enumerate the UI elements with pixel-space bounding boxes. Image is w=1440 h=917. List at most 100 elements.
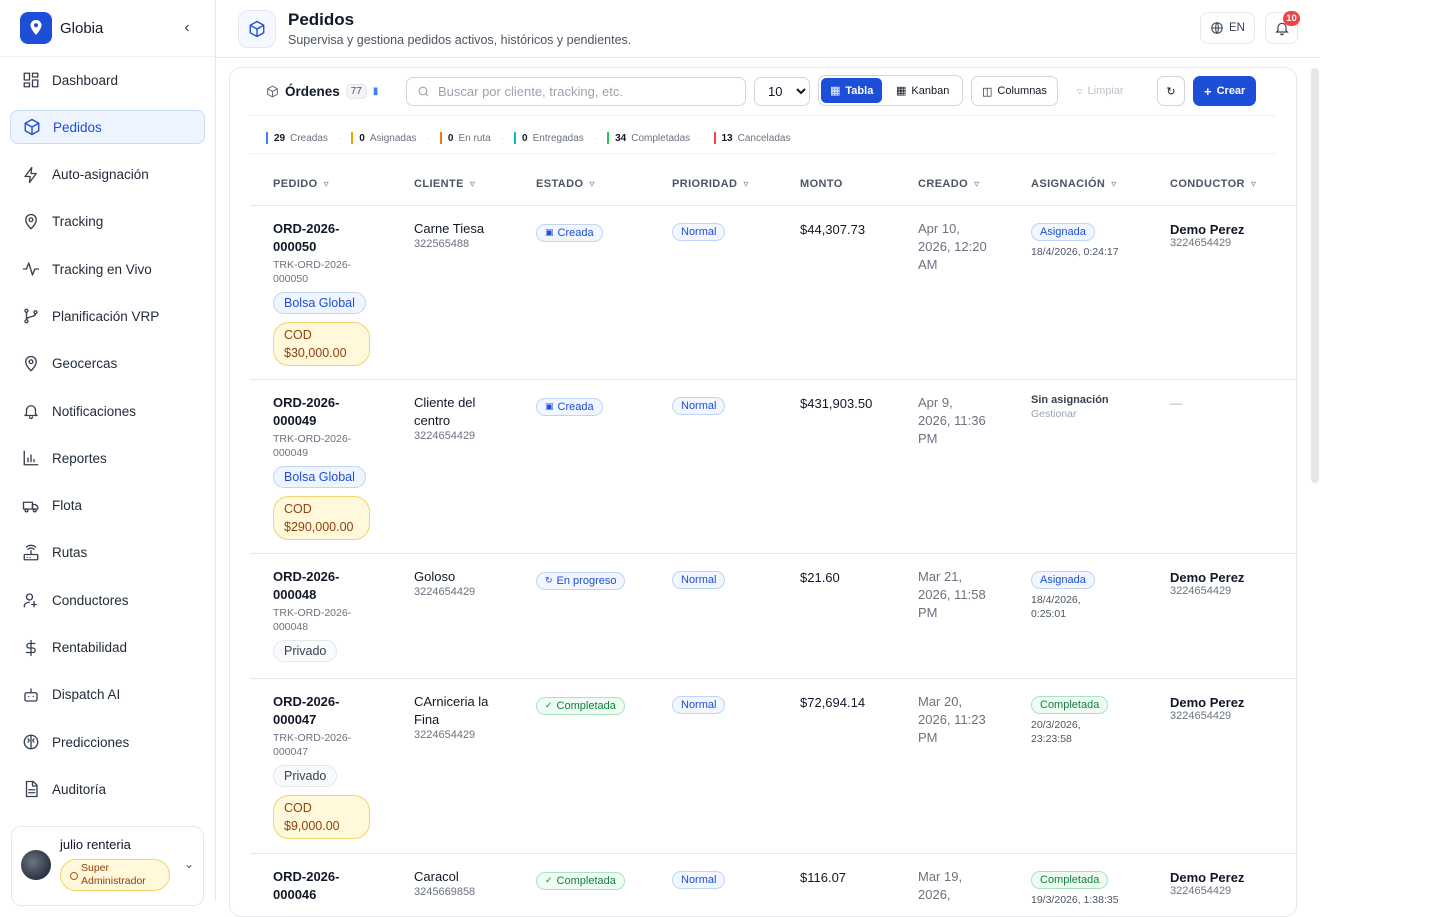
language-label: EN <box>1229 22 1245 34</box>
filter-icon[interactable]: ▿ <box>1251 179 1256 190</box>
sidebar-item-tracking[interactable]: Tracking <box>10 205 205 239</box>
sidebar-item-flota[interactable]: Flota <box>10 489 205 523</box>
sidebar-item-dashboard[interactable]: Dashboard <box>10 63 205 97</box>
col-monto[interactable]: MONTO <box>800 178 843 190</box>
stat-asignadas[interactable]: 0 Asignadas <box>351 132 417 144</box>
sidebar-item-notificaciones[interactable]: Notificaciones <box>10 394 205 428</box>
columns-label: Columnas <box>997 85 1047 97</box>
status-cell: ▣ Creada <box>536 222 603 242</box>
view-kanban-button[interactable]: ▦ Kanban <box>887 78 958 103</box>
sidebar-item-dispatch-ai[interactable]: Dispatch AI <box>10 678 205 712</box>
globe-icon <box>1211 22 1223 34</box>
sidebar-item-predicciones[interactable]: Predicciones <box>10 725 205 759</box>
col-label: CONDUCTOR <box>1170 178 1245 190</box>
orders-title-label: Órdenes <box>285 84 340 99</box>
no-driver: — <box>1170 396 1182 410</box>
status-badge: ↻ En progreso <box>536 571 626 590</box>
collapse-sidebar-icon[interactable]: ‹ <box>179 19 195 37</box>
status-badge: ▣ Creada <box>536 223 603 242</box>
filter-icon[interactable]: ▿ <box>974 179 979 190</box>
create-order-button[interactable]: + Crear <box>1193 76 1257 106</box>
client-cell: Carne Tiesa 322565488 <box>414 220 514 250</box>
stat-completadas[interactable]: 34 Completadas <box>607 132 690 144</box>
col-creado[interactable]: CREADO ▿ <box>918 178 980 190</box>
stat-label: Creadas <box>290 132 328 144</box>
col-conductor[interactable]: CONDUCTOR ▿ <box>1170 178 1256 190</box>
stats-toggle-icon[interactable]: ▮ <box>373 86 379 97</box>
stat-count: 29 <box>274 132 286 144</box>
sidebar-item-rutas[interactable]: Rutas <box>10 536 205 570</box>
sidebar-item-geocercas[interactable]: Geocercas <box>10 347 205 381</box>
sidebar-item-label: Predicciones <box>52 734 130 750</box>
table-row[interactable]: ORD-2026- 000050 TRK-ORD-2026- 000050 Bols… <box>250 206 1296 380</box>
page-scrollbar[interactable] <box>1311 68 1319 483</box>
sidebar-item-label: Planificación VRP <box>52 308 160 324</box>
search-input[interactable] <box>438 84 738 99</box>
col-asignacion[interactable]: ASIGNACIÓN ▿ <box>1031 178 1117 190</box>
sidebar-item-auditoria[interactable]: Auditoría <box>10 772 205 806</box>
order-id[interactable]: ORD-2026- 000048 <box>273 568 383 604</box>
view-table-label: Tabla <box>845 84 874 97</box>
filter-icon[interactable]: ▿ <box>324 179 329 190</box>
assignment-date: 18/4/2026, 0:25:01 <box>1031 594 1081 620</box>
table-row[interactable]: ORD-2026- 000049 TRK-ORD-2026- 000049 Bols… <box>250 380 1296 554</box>
order-id[interactable]: ORD-2026- 000050 <box>273 220 383 256</box>
driver-cell: Demo Perez 3224654429 <box>1170 570 1244 597</box>
filter-icon[interactable]: ▿ <box>470 179 475 190</box>
table-row[interactable]: ORD-2026- 000046 Caracol 3245669858 ✓ Compl… <box>250 854 1296 916</box>
stat-label: Entregadas <box>532 132 584 144</box>
bar-chart-icon <box>23 450 39 466</box>
created-date: Mar 21, 2026, 11:58 PM <box>918 569 986 620</box>
driver-name: Demo Perez <box>1170 870 1245 885</box>
tracking-code: TRK-ORD-2026- 000049 <box>273 433 352 459</box>
sidebar-item-pedidos[interactable]: Pedidos <box>10 110 205 145</box>
clear-filters-button[interactable]: ▿ Limpiar <box>1067 76 1134 106</box>
globia-logo-icon[interactable] <box>20 12 52 44</box>
col-estado[interactable]: ESTADO ▿ <box>536 178 595 190</box>
order-id[interactable]: ORD-2026- 000046 <box>273 868 383 904</box>
sidebar-item-rentabilidad[interactable]: Rentabilidad <box>10 631 205 665</box>
sidebar-item-auto-asignacion[interactable]: Auto-asignación <box>10 158 205 192</box>
order-id[interactable]: ORD-2026- 000047 <box>273 693 383 729</box>
cod-badge: COD $9,000.00 <box>273 795 370 839</box>
status-badge: ✓ Completada <box>536 696 625 715</box>
sidebar: Globia ‹ Dashboard Pedidos Auto-asignaci… <box>0 0 216 906</box>
col-pedido[interactable]: PEDIDO ▿ <box>273 178 329 190</box>
language-button[interactable]: EN <box>1200 12 1255 44</box>
stat-en-ruta[interactable]: 0 En ruta <box>439 132 491 144</box>
sidebar-item-reportes[interactable]: Reportes <box>10 441 205 475</box>
filter-icon[interactable]: ▿ <box>1111 179 1116 190</box>
user-menu[interactable]: julio renteria Super Administrador ⌄ <box>11 826 204 906</box>
filter-icon: ▿ <box>1077 85 1083 98</box>
client-phone: 322565488 <box>414 238 470 250</box>
view-table-button[interactable]: ▦ Tabla <box>821 78 883 103</box>
client-phone: 3224654429 <box>414 729 476 741</box>
sidebar-item-conductores[interactable]: Conductores <box>10 583 205 617</box>
status-cell: ▣ Creada <box>536 396 603 416</box>
table-row[interactable]: ORD-2026- 000048 TRK-ORD-2026- 000048 Priv… <box>250 554 1296 679</box>
sidebar-item-planificacion-vrp[interactable]: Planificación VRP <box>10 299 205 333</box>
refresh-button[interactable]: ↻ <box>1157 76 1185 106</box>
sidebar-item-tracking-en-vivo[interactable]: Tracking en Vivo <box>10 252 205 286</box>
status-cell: ✓ Completada <box>536 695 625 715</box>
order-id[interactable]: ORD-2026- 000049 <box>273 394 383 430</box>
order-cell: ORD-2026- 000050 TRK-ORD-2026- 000050 Bols… <box>273 220 383 366</box>
columns-button[interactable]: ◫ Columnas <box>971 76 1058 106</box>
priority-cell: Normal <box>672 222 726 241</box>
cod-badge: COD $30,000.00 <box>273 322 370 366</box>
filter-icon[interactable]: ▿ <box>743 179 748 190</box>
stat-entregadas[interactable]: 0 Entregadas <box>514 132 584 144</box>
filter-icon[interactable]: ▿ <box>589 179 594 190</box>
col-cliente[interactable]: CLIENTE ▿ <box>414 178 475 190</box>
stat-creadas[interactable]: 29 Creadas <box>266 132 328 144</box>
sidebar-item-label: Auditoría <box>52 781 107 797</box>
chevron-down-icon[interactable]: ⌄ <box>184 857 194 871</box>
stat-count: 0 <box>359 132 365 144</box>
amount: $72,694.14 <box>800 695 866 710</box>
col-prioridad[interactable]: PRIORIDAD ▿ <box>672 178 749 190</box>
manage-link[interactable]: Gestionar <box>1031 408 1109 420</box>
table-row[interactable]: ORD-2026- 000047 TRK-ORD-2026- 000047 Priv… <box>250 679 1296 854</box>
page-size-select[interactable]: 10 <box>754 77 810 106</box>
priority-badge: Normal <box>672 871 726 889</box>
stat-canceladas[interactable]: 13 Canceladas <box>713 132 790 144</box>
